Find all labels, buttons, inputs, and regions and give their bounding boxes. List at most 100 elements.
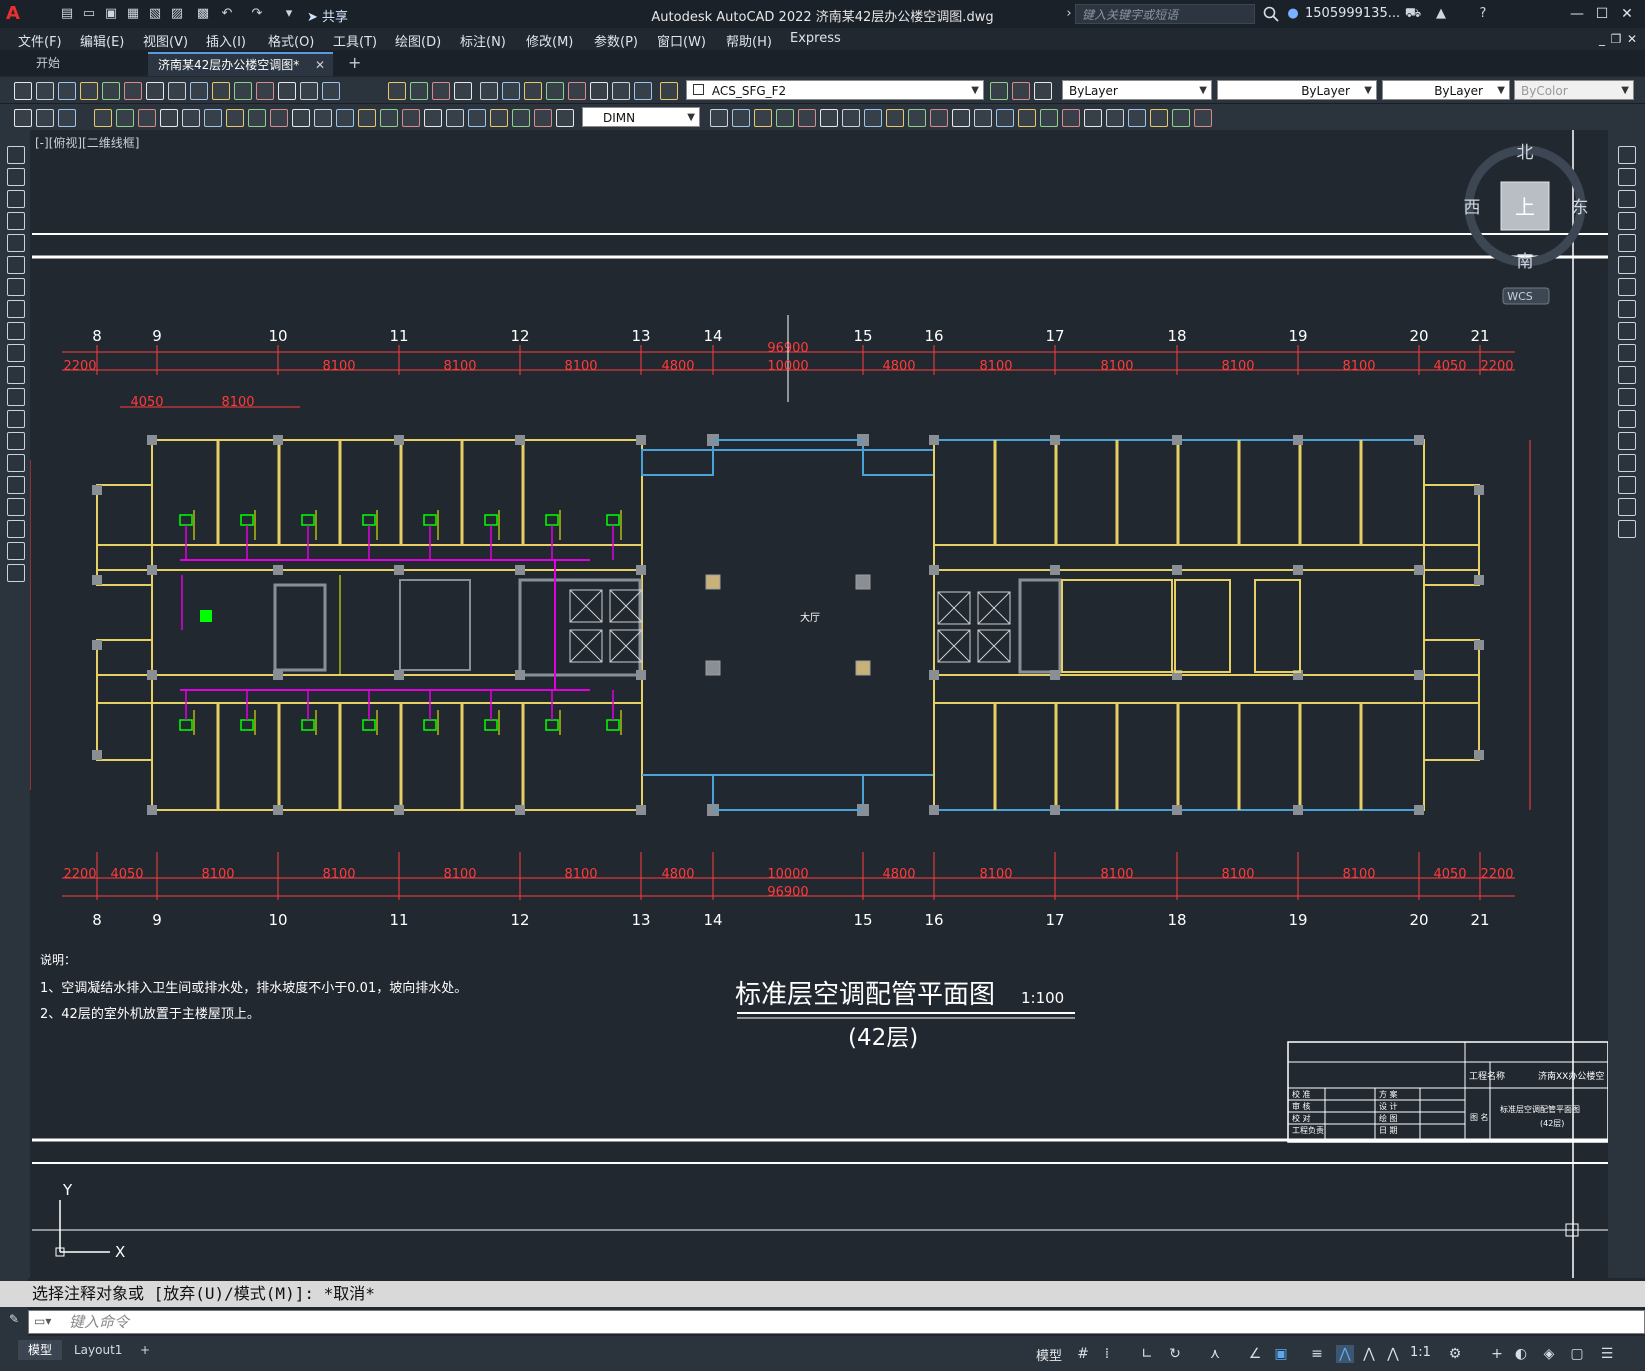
modify-tool-icon[interactable] [1618, 190, 1636, 208]
gear-icon[interactable]: ⚙ [1446, 1345, 1464, 1363]
dimension-tool-icon[interactable] [138, 109, 156, 127]
dimension-tool-icon[interactable] [1084, 109, 1102, 127]
draw-tool-icon[interactable] [7, 366, 25, 384]
plot-icon[interactable]: ▩ [194, 4, 212, 24]
dimension-tool-icon[interactable] [292, 109, 310, 127]
draw-tool-icon[interactable] [7, 278, 25, 296]
viewcube[interactable]: 上 北 南 西 东 WCS [1464, 143, 1589, 305]
dimension-tool-icon[interactable] [842, 109, 860, 127]
dimension-tool-icon[interactable] [556, 109, 574, 127]
viewcube-top[interactable]: 上 [1515, 195, 1535, 219]
draw-tool-icon[interactable] [7, 168, 25, 186]
standard-tool-icon[interactable] [234, 82, 252, 100]
draw-tool-icon[interactable] [7, 542, 25, 560]
ortho-icon[interactable]: ∟ [1138, 1345, 1156, 1363]
minimize-icon[interactable]: — [1565, 4, 1589, 24]
annotation-visibility-icon[interactable]: ⋀ [1336, 1345, 1354, 1363]
dimension-tool-icon[interactable] [1150, 109, 1168, 127]
dimension-tool-icon[interactable] [380, 109, 398, 127]
dimension-tool-icon[interactable] [754, 109, 772, 127]
dimension-tool-icon[interactable] [864, 109, 882, 127]
customize-icon[interactable]: ☰ [1598, 1345, 1616, 1363]
new-tab-icon[interactable]: + [338, 52, 371, 74]
dimension-tool-icon[interactable] [270, 109, 288, 127]
modify-tool-icon[interactable] [1618, 520, 1636, 538]
wrench-icon[interactable]: ✎ [0, 1312, 28, 1326]
search-icon[interactable] [1262, 5, 1280, 23]
standard-tool-icon[interactable] [990, 82, 1008, 100]
annotation-scale-icon[interactable]: ⋀ [1384, 1345, 1402, 1363]
menu-view[interactable]: 视图(V) [143, 31, 188, 50]
menu-tools[interactable]: 工具(T) [333, 31, 377, 50]
autocad-logo-icon[interactable]: A [6, 3, 28, 25]
dimension-tool-icon[interactable] [886, 109, 904, 127]
share-button[interactable]: ➤ 共享 [307, 6, 348, 25]
dimension-tool-icon[interactable] [490, 109, 508, 127]
standard-tool-icon[interactable] [212, 82, 230, 100]
dimension-tool-icon[interactable] [424, 109, 442, 127]
draw-tool-icon[interactable] [7, 498, 25, 516]
close-icon[interactable]: ✕ [1615, 4, 1639, 24]
modify-tool-icon[interactable] [1618, 300, 1636, 318]
draw-tool-icon[interactable] [7, 190, 25, 208]
color-dropdown[interactable]: ByLayer ▼ [1062, 80, 1212, 100]
standard-tool-icon[interactable] [102, 82, 120, 100]
dimension-tool-icon[interactable] [336, 109, 354, 127]
dimension-tool-icon[interactable] [952, 109, 970, 127]
standard-tool-icon[interactable] [168, 82, 186, 100]
dimension-tool-icon[interactable] [1172, 109, 1190, 127]
dimension-tool-icon[interactable] [226, 109, 244, 127]
dimension-tool-icon[interactable] [94, 109, 112, 127]
dimension-tool-icon[interactable] [512, 109, 530, 127]
dimension-tool-icon[interactable] [468, 109, 486, 127]
modify-tool-icon[interactable] [1618, 454, 1636, 472]
tab-model[interactable]: 模型 [18, 1340, 63, 1360]
draw-tool-icon[interactable] [7, 476, 25, 494]
dimension-tool-icon[interactable] [776, 109, 794, 127]
menu-help[interactable]: 帮助(H) [726, 31, 772, 50]
redo-icon[interactable]: ↷ [248, 4, 266, 24]
standard-tool-icon[interactable] [14, 82, 32, 100]
standard-tool-icon[interactable] [660, 82, 678, 100]
maximize-icon[interactable]: ☐ [1590, 4, 1614, 24]
dimension-tool-icon[interactable] [314, 109, 332, 127]
dimension-tool-icon[interactable] [1194, 109, 1212, 127]
draw-tool-icon[interactable] [7, 410, 25, 428]
plus-icon[interactable]: + [1488, 1345, 1506, 1363]
standard-tool-icon[interactable] [146, 82, 164, 100]
standard-tool-icon[interactable] [256, 82, 274, 100]
modify-tool-icon[interactable] [1618, 388, 1636, 406]
viewcube-east[interactable]: 东 [1572, 198, 1589, 218]
viewcube-north[interactable]: 北 [1517, 143, 1534, 163]
modify-tool-icon[interactable] [1618, 212, 1636, 230]
modify-tool-icon[interactable] [1618, 432, 1636, 450]
standard-tool-icon[interactable] [36, 82, 54, 100]
tab-close-icon[interactable]: ✕ [315, 54, 325, 76]
modify-tool-icon[interactable] [1618, 498, 1636, 516]
dimension-tool-icon[interactable] [996, 109, 1014, 127]
standard-tool-icon[interactable] [524, 82, 542, 100]
modify-tool-icon[interactable] [1618, 344, 1636, 362]
modify-tool-icon[interactable] [1618, 234, 1636, 252]
isolate-icon[interactable]: ◐ [1512, 1345, 1530, 1363]
undo-icon[interactable]: ↶ [218, 4, 236, 24]
modify-tool-icon[interactable] [1618, 410, 1636, 428]
dimension-tool-icon[interactable] [1040, 109, 1058, 127]
cart-icon[interactable]: ⛟ [1404, 4, 1422, 24]
draw-tool-icon[interactable] [7, 432, 25, 450]
modify-tool-icon[interactable] [1618, 168, 1636, 186]
dimension-tool-icon[interactable] [732, 109, 750, 127]
standard-tool-icon[interactable] [1034, 82, 1052, 100]
tab-drawing[interactable]: 济南某42层办公楼空调图* ✕ [148, 52, 333, 76]
dimension-tool-icon[interactable] [58, 109, 76, 127]
autodesk-icon[interactable]: ▲ [1432, 4, 1450, 24]
menu-format[interactable]: 格式(O) [268, 31, 314, 50]
draw-tool-icon[interactable] [7, 146, 25, 164]
standard-tool-icon[interactable] [480, 82, 498, 100]
linetype-dropdown[interactable]: ByLayer ▼ [1217, 80, 1377, 100]
menu-dimension[interactable]: 标注(N) [460, 31, 506, 50]
drawing-canvas[interactable]: [-][俯视][二维线框] 上 北 南 西 东 WCS 8 8 9 9 10 10 11 11… [30, 130, 1608, 1278]
dimension-tool-icon[interactable] [798, 109, 816, 127]
modify-tool-icon[interactable] [1618, 146, 1636, 164]
open-file-icon[interactable]: ▭ [80, 4, 98, 24]
